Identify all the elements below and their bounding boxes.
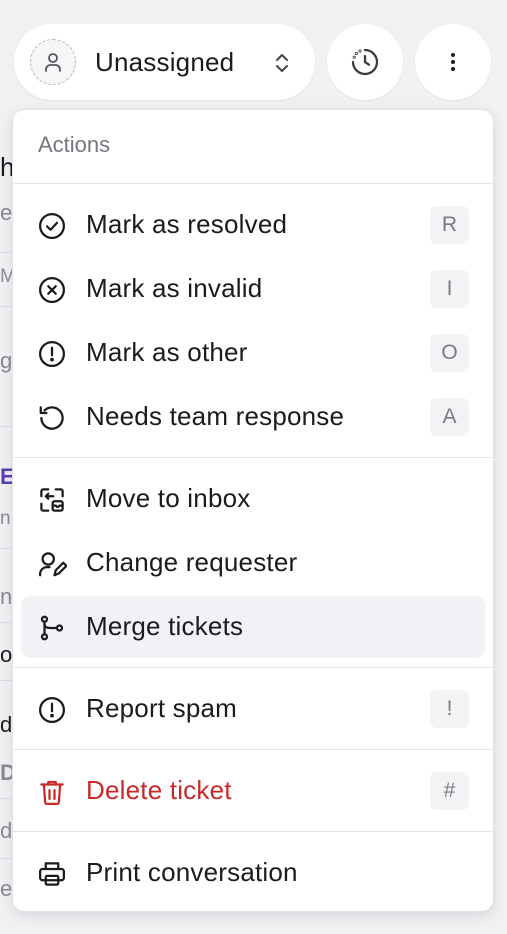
shortcut-badge: !: [430, 690, 469, 728]
assignee-dropdown[interactable]: Unassigned: [14, 24, 315, 100]
menu-item-label: Mark as resolved: [86, 209, 288, 239]
check-circle-icon: [39, 213, 65, 239]
shortcut-badge: A: [430, 398, 469, 436]
divider: [13, 831, 493, 832]
more-options-button[interactable]: [415, 24, 491, 100]
git-merge-icon: [40, 615, 64, 641]
menu-item-report-spam[interactable]: Report spam !: [21, 678, 485, 740]
shortcut-badge: #: [430, 772, 469, 810]
shortcut-badge: R: [430, 206, 469, 244]
menu-item-label: Merge tickets: [86, 611, 244, 641]
shortcut-badge: I: [430, 270, 469, 308]
avatar: [30, 39, 76, 85]
menu-item-merge-tickets[interactable]: Merge tickets: [21, 596, 485, 658]
clock-icon: [351, 48, 379, 76]
user-edit-icon: [39, 552, 67, 577]
menu-item-move-to-inbox[interactable]: Move to inbox: [21, 468, 485, 530]
menu-item-label: Report spam: [86, 693, 238, 723]
x-circle-icon: [39, 277, 65, 303]
move-inbox-icon: [40, 488, 64, 512]
chevron-up-down-icon: [276, 54, 288, 72]
menu-item-print-conversation[interactable]: Print conversation: [21, 842, 485, 904]
divider: [13, 667, 493, 668]
alert-circle-icon: [39, 697, 65, 723]
user-icon: [45, 53, 61, 72]
menu-item-needs-team-response[interactable]: Needs team response A: [21, 386, 485, 448]
menu-item-mark-resolved[interactable]: Mark as resolved R: [21, 194, 485, 256]
menu-item-label: Move to inbox: [86, 483, 251, 513]
menu-item-label: Mark as other: [86, 337, 248, 367]
menu-item-label: Change requester: [86, 547, 298, 577]
more-vertical-icon: [451, 53, 455, 71]
rotate-ccw-icon: [39, 406, 64, 430]
menu-item-mark-invalid[interactable]: Mark as invalid I: [21, 258, 485, 320]
snooze-button[interactable]: [327, 24, 403, 100]
assignee-label: Unassigned: [95, 46, 235, 77]
divider: [13, 749, 493, 750]
shortcut-badge: O: [430, 334, 469, 372]
divider: [13, 457, 493, 458]
printer-icon: [39, 862, 65, 886]
menu-item-change-requester[interactable]: Change requester: [21, 532, 485, 594]
menu-item-label: Print conversation: [86, 857, 298, 887]
menu-item-label: Delete ticket: [86, 775, 232, 805]
menu-item-delete-ticket[interactable]: Delete ticket #: [21, 760, 485, 822]
menu-item-label: Mark as invalid: [86, 273, 263, 303]
menu-heading: Actions: [38, 132, 111, 157]
actions-menu: Actions Mark as resolved R Mark as inval…: [12, 109, 494, 912]
trash-icon: [40, 780, 64, 805]
menu-item-label: Needs team response: [86, 401, 345, 431]
alert-circle-icon: [39, 341, 65, 367]
menu-item-mark-other[interactable]: Mark as other O: [21, 322, 485, 384]
divider: [13, 183, 493, 184]
